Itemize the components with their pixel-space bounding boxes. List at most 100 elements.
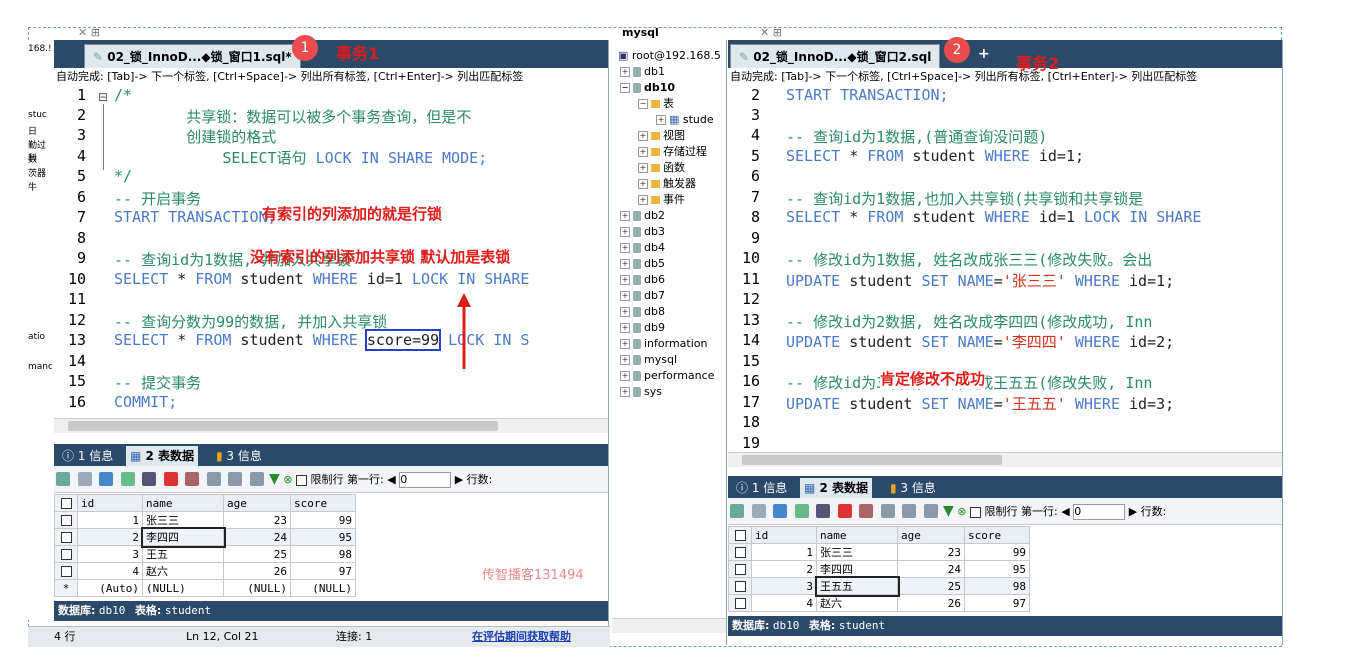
next-icon[interactable]: ▶ [455,473,463,486]
cell[interactable]: 4 [751,594,817,612]
cell[interactable]: 23 [223,511,291,529]
first-row-input[interactable]: 0 [399,472,452,488]
row-checkbox[interactable] [734,547,746,558]
cell[interactable]: 4 [77,562,143,580]
tree-item-tables[interactable]: − 表 [638,96,674,112]
cell[interactable]: 97 [290,562,356,580]
filter-icon[interactable]: ▼ [943,503,954,519]
cell[interactable]: 25 [897,577,965,595]
tree-item-db6[interactable]: + db6 [620,272,665,288]
limit-checkbox[interactable] [970,506,981,518]
table-row-new[interactable]: * (Auto) (NULL) (NULL) (NULL) [54,579,356,597]
sql-editor[interactable]: 1 2 3 4 5 6 7 8 9 10 11 12 13 14 15 16 ⊟… [54,86,608,458]
column-header[interactable]: age [223,494,291,512]
help-link[interactable]: 在评估期间获取帮助 [472,627,571,647]
column-header[interactable]: score [964,526,1030,544]
hscroll-thumb[interactable] [68,421,498,431]
tab-info-3[interactable]: ▮ 3 信息 [212,446,266,466]
tree-item-db4[interactable]: + db4 [620,240,665,256]
sql-editor-2[interactable]: 2 3 4 5 6 7 8 9 10 11 12 13 14 15 16 17 … [728,86,1282,496]
cell[interactable]: 王五 [142,545,224,563]
hscroll-thumb[interactable] [742,455,1002,465]
table-row[interactable]: 1 张三三 23 99 [54,511,356,529]
cell[interactable]: 1 [751,543,817,561]
disk-icon[interactable] [816,504,830,518]
top-tab-mysql[interactable]: mysql [622,26,659,39]
editor-tab-2[interactable]: ✎ 02_锁_InnoD...◆锁_窗口2.sql [730,44,941,69]
cell[interactable]: 98 [964,577,1030,595]
tree-item-procedures[interactable]: + 存储过程 [638,144,707,160]
cell[interactable]: 赵六 [142,562,224,580]
tab-info-3[interactable]: ▮ 3 信息 [886,478,940,498]
row-checkbox[interactable] [60,515,72,526]
grid-view-icon[interactable] [206,472,221,486]
tree-item-db2[interactable]: + db2 [620,208,665,224]
cell[interactable]: (Auto) [77,579,143,597]
row-checkbox[interactable] [60,566,72,577]
insert-row-icon[interactable] [730,504,744,518]
table-row[interactable]: 2 李四四 24 95 [728,560,1030,578]
cell[interactable]: 王五五 [814,575,900,597]
cell[interactable]: (NULL) [223,579,291,597]
tree-item-triggers[interactable]: + 触发器 [638,176,696,192]
row-checkbox[interactable] [734,598,746,609]
duplicate-icon[interactable] [77,472,92,486]
column-header[interactable]: age [897,526,965,544]
cell[interactable]: 张三三 [816,543,898,561]
prev-icon[interactable]: ◀ [387,473,395,486]
reset-filter-icon[interactable]: ⊗ [283,473,292,486]
column-header[interactable]: id [77,494,143,512]
select-all-checkbox[interactable] [728,526,752,544]
cell[interactable]: 24 [897,560,965,578]
row-checkbox[interactable] [734,564,746,575]
tree-item-views[interactable]: + 视图 [638,128,685,144]
cell[interactable]: 24 [223,528,291,546]
refresh-icon[interactable] [794,504,809,518]
tree-item-db8[interactable]: + db8 [620,304,665,320]
editor-tab-1[interactable]: ✎ 02_锁_InnoD...◆锁_窗口1.sql* [84,44,301,69]
tree-item-db1[interactable]: + db1 [620,64,665,80]
save-icon[interactable] [99,472,113,486]
tree-item-db9[interactable]: + db9 [620,320,665,336]
tree-item-db5[interactable]: + db5 [620,256,665,272]
tree-item-db10[interactable]: − db10 [620,80,675,96]
grid-view-icon[interactable] [880,504,895,518]
cell[interactable]: 25 [223,545,291,563]
table-row[interactable]: 3 王五五 25 98 [728,575,1030,597]
tab-info-1[interactable]: ⓘ 1 信息 [58,446,117,466]
disk-icon[interactable] [142,472,156,486]
column-header[interactable]: score [290,494,356,512]
column-header[interactable]: name [816,526,898,544]
new-tab-icon[interactable]: + [978,46,990,62]
cell[interactable]: 95 [290,528,356,546]
cell[interactable]: (NULL) [142,579,224,597]
refresh-icon[interactable] [120,472,135,486]
table-row[interactable]: 1 张三三 23 99 [728,543,1030,561]
cell[interactable]: 2 [751,560,817,578]
delete-icon[interactable] [163,472,178,486]
form-view-icon[interactable] [902,504,916,518]
editor-hscroll-2[interactable] [728,452,1282,467]
filter-icon[interactable]: ▼ [269,471,280,487]
row-checkbox[interactable] [734,581,746,592]
first-row-input[interactable]: 0 [1073,504,1126,520]
insert-row-icon[interactable] [56,472,70,486]
table-row[interactable]: 4 赵六 26 97 [54,562,356,580]
cell[interactable]: 95 [964,560,1030,578]
column-header[interactable]: name [142,494,224,512]
tab-info-1[interactable]: ⓘ 1 信息 [732,478,791,498]
cell[interactable]: 2 [77,528,143,546]
text-view-icon[interactable] [923,504,938,518]
cell[interactable]: 3 [751,577,817,595]
table-row[interactable]: 3 王五 25 98 [54,545,356,563]
top-tab-close-2[interactable]: ✕ ⊞ [760,26,782,39]
cell[interactable]: (NULL) [290,579,356,597]
tree-item-mysql[interactable]: + mysql [620,352,677,368]
tree-item-db7[interactable]: + db7 [620,288,665,304]
tree-item-functions[interactable]: + 函数 [638,160,685,176]
top-tab-close[interactable]: ✕ ⊞ [78,26,100,39]
cell[interactable]: 3 [77,545,143,563]
tree-item-information[interactable]: + information [620,336,708,352]
tree-item-student[interactable]: + ▦ stude [656,112,714,128]
cell[interactable]: 97 [964,594,1030,612]
